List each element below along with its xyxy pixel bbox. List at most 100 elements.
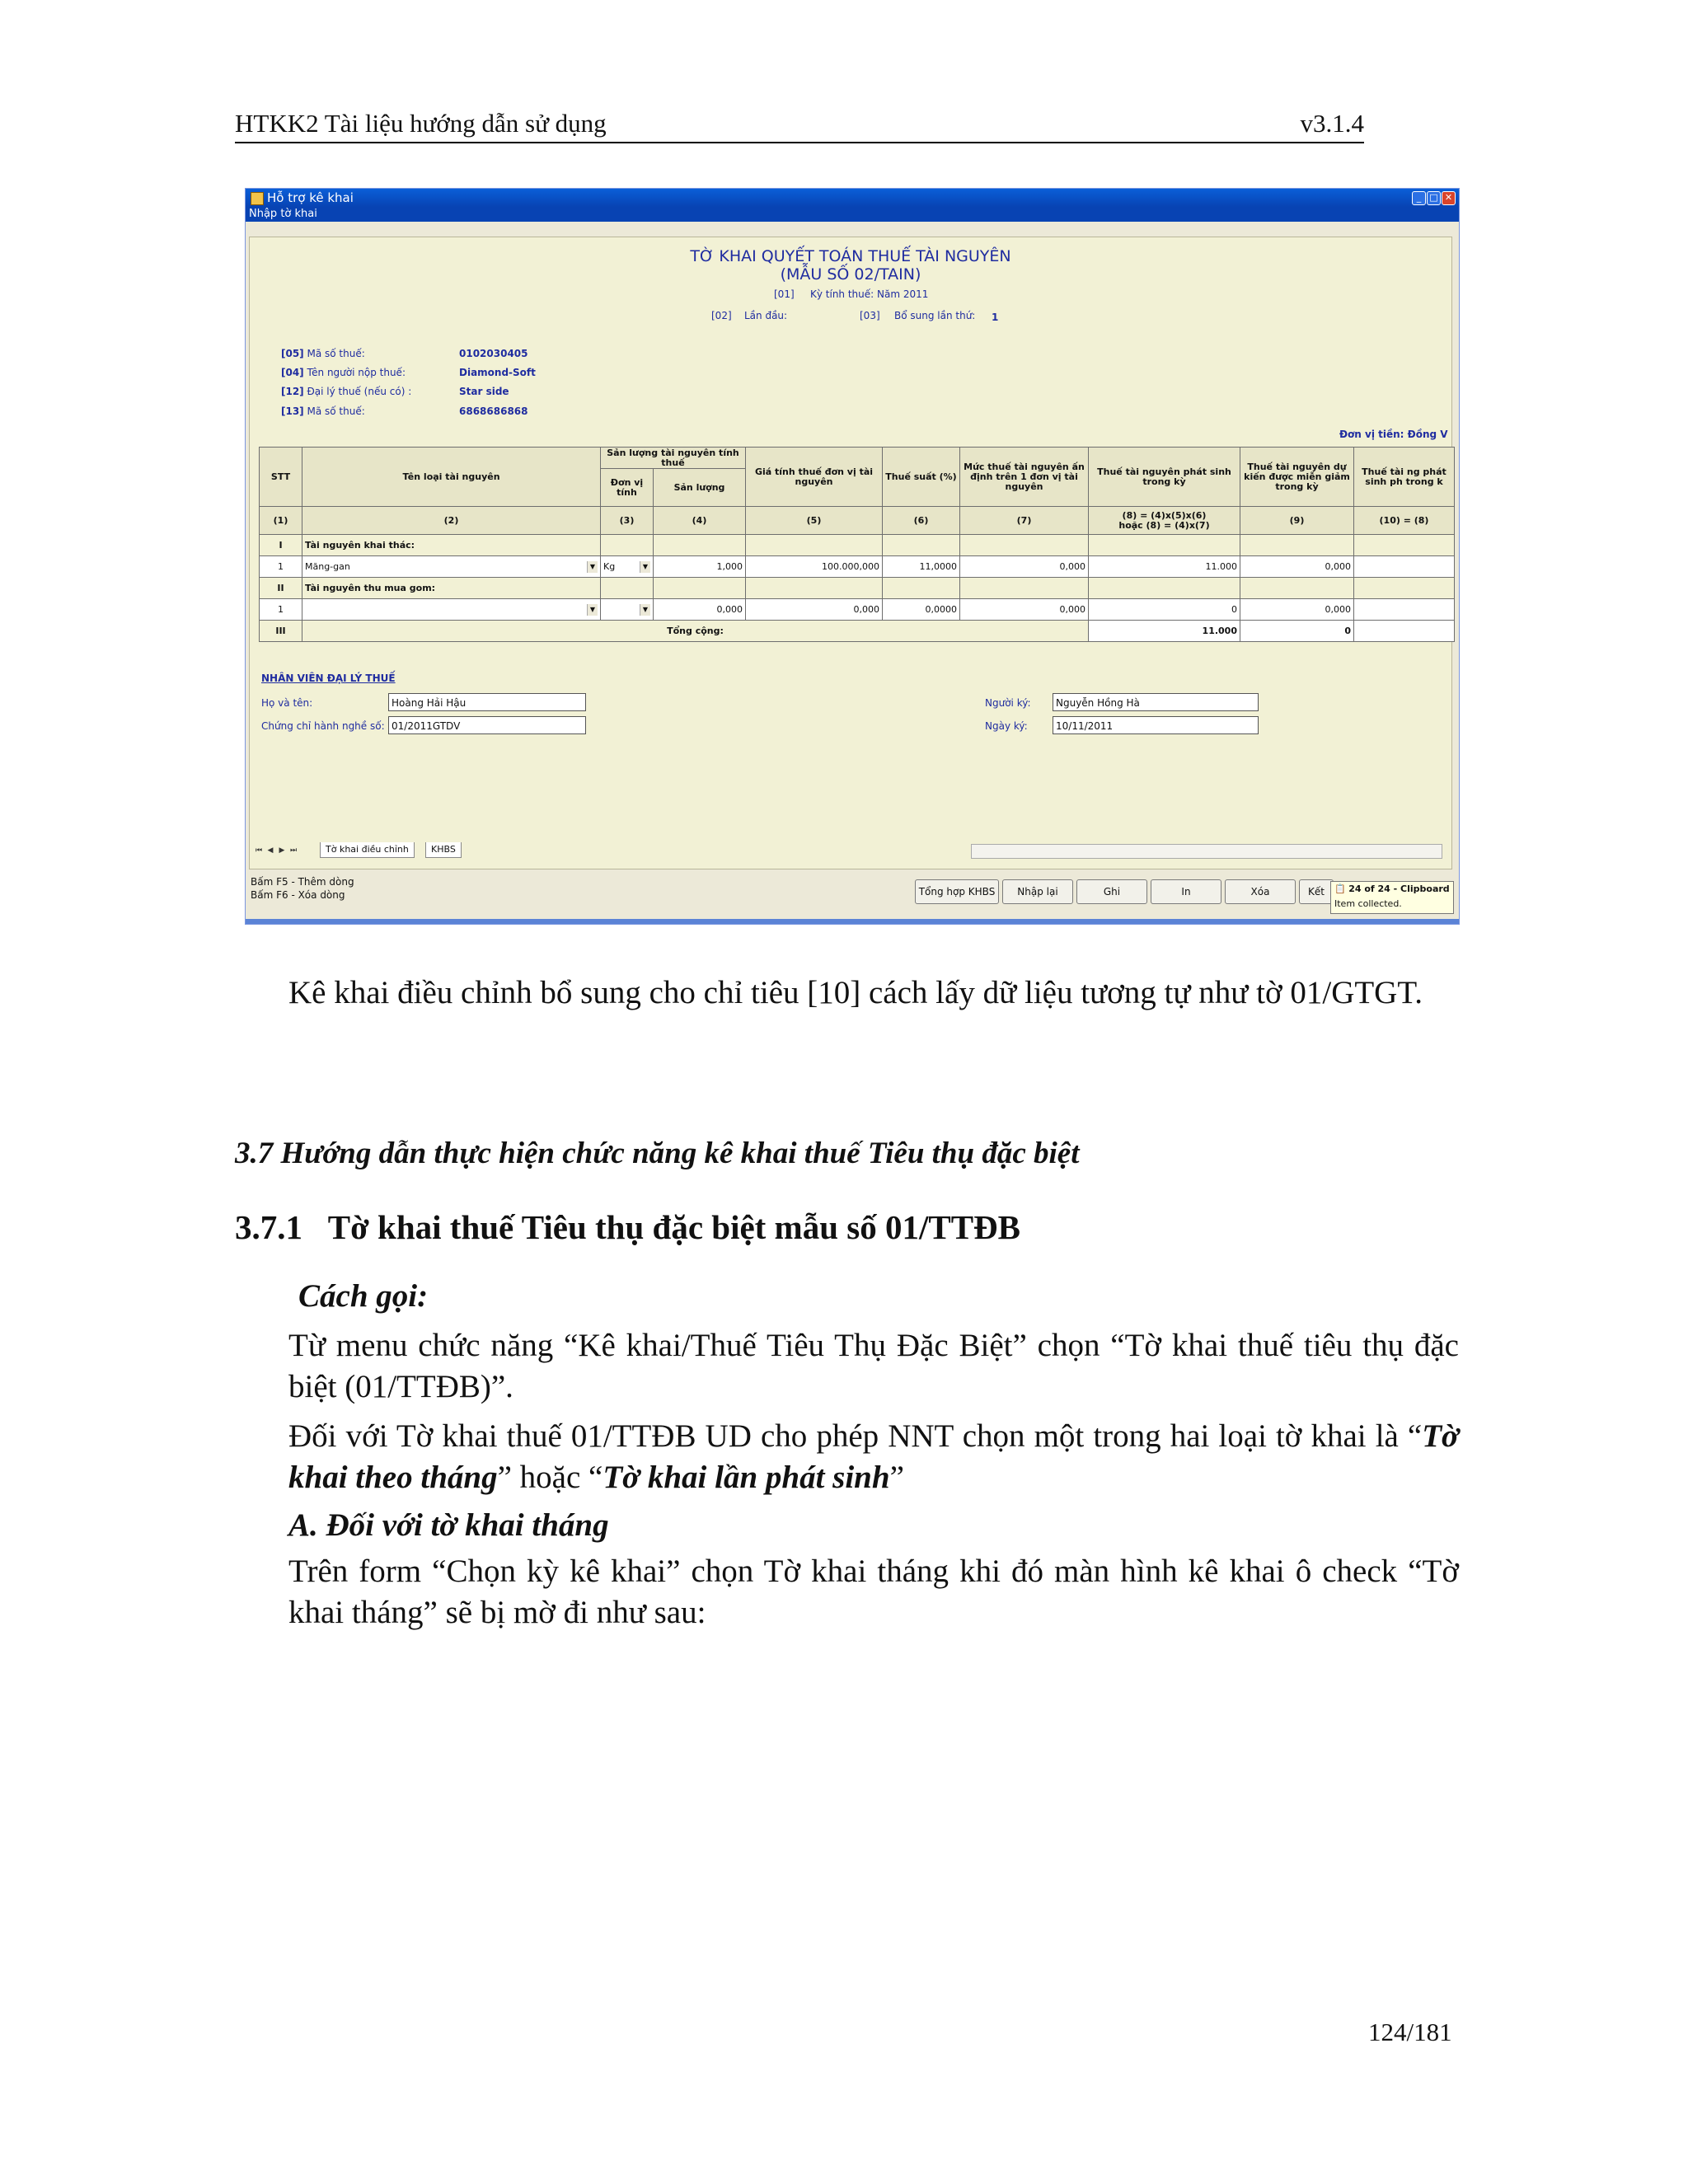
col-unit: Đơn vị tính [600, 468, 654, 507]
call-heading: Cách gọi: [298, 1278, 429, 1314]
arising-value: 0 [1088, 598, 1240, 621]
window-title: Hỗ trợ kê khai [267, 190, 354, 205]
agent-heading: NHÂN VIÊN ĐẠI LÝ THUẾ [261, 673, 396, 684]
fixed-input[interactable]: 0,000 [959, 555, 1089, 578]
doc-version: v3.1.4 [1300, 109, 1365, 138]
hint-delete-row: Bấm F6 - Xóa dòng [251, 889, 345, 901]
col-stt: STT [259, 447, 302, 507]
supp-code: [03] [860, 310, 880, 321]
prev-sheet-icon[interactable]: ◀ [265, 846, 275, 855]
quantity-input[interactable]: 0,000 [653, 598, 746, 621]
menu-bar: Nhập tờ khai [246, 207, 1459, 222]
total-row: III Tổng cộng: 11.000 0 [259, 620, 1455, 642]
arising-value: 11.000 [1088, 555, 1240, 578]
agent-name-label: Họ và tên: [261, 697, 313, 709]
menu-item-input[interactable]: Nhập tờ khai [249, 207, 317, 222]
form-subtitle: (MẪU SỐ 02/TAIN) [780, 265, 921, 284]
sheet-tabs: ⏮ ◀ ▶ ⏭ Tờ khai điều chỉnh KHBS [254, 842, 1449, 859]
supp-value: 1 [992, 312, 999, 323]
paragraph-menu-path: Từ menu chức năng “Kê khai/Thuế Tiêu Thụ… [288, 1328, 1459, 1404]
next-sheet-icon[interactable]: ▶ [277, 846, 287, 855]
col-price: Giá tính thuế đơn vị tài nguyên [745, 447, 883, 507]
col-payable: Thuế tài ng phát sinh ph trong k [1353, 447, 1455, 507]
sign-date-field[interactable]: 10/11/2011 [1053, 716, 1259, 734]
price-input[interactable]: 0,000 [745, 598, 883, 621]
fixed-input[interactable]: 0,000 [959, 598, 1089, 621]
tab-adjusted-declaration[interactable]: Tờ khai điều chỉnh [320, 842, 415, 858]
col-quantity: Sản lượng [653, 468, 746, 507]
quantity-input[interactable]: 1,000 [653, 555, 746, 578]
section-row-2: II Tài nguyên thu mua gom: [259, 577, 1455, 599]
subheading-monthly: A. Đối với tờ khai tháng [288, 1507, 609, 1543]
doc-title: HTKK2 Tài liệu hướng dẫn sử dụng [235, 109, 607, 138]
app-window: Hỗ trợ kê khai _ □ ✕ Nhập tờ khai TỜ KHA… [245, 188, 1460, 925]
page-header: HTKK2 Tài liệu hướng dẫn sử dụng v3.1.4 [235, 105, 1364, 143]
dropdown-arrow-icon[interactable]: ▼ [587, 560, 598, 573]
agent-cert-field[interactable]: 01/2011GTDV [388, 716, 586, 734]
section-row-1: I Tài nguyên khai thác: [259, 534, 1455, 556]
col-arising: Thuế tài nguyên phát sinh trong kỳ [1088, 447, 1240, 507]
resource-name-select[interactable]: Măng-gan ▼ [302, 555, 601, 578]
first-code: [02] [711, 310, 732, 321]
col-rate: Thuế suất (%) [882, 447, 960, 507]
dropdown-arrow-icon[interactable]: ▼ [587, 603, 598, 616]
period-label: Kỳ tính thuế: Năm 2011 [810, 288, 929, 300]
unit-select[interactable]: ▼ [600, 598, 654, 621]
agent-tax-code-value: 6868686868 [459, 405, 528, 417]
col-name: Tên loại tài nguyên [302, 447, 601, 507]
maximize-icon[interactable]: □ [1427, 191, 1441, 205]
price-input[interactable]: 100.000,000 [745, 555, 883, 578]
rate-input[interactable]: 0,0000 [882, 598, 960, 621]
taskbar-strip [246, 919, 1459, 924]
resource-name-select[interactable]: ▼ [302, 598, 601, 621]
signer-label: Người ký: [985, 697, 1031, 709]
table-row: 1 Măng-gan ▼ Kg ▼ 1,000 100.000,000 11,000… [259, 555, 1455, 578]
agent-value: Star side [459, 386, 509, 397]
section-heading-3-7-1: 3.7.1 Tờ khai thuế Tiêu thụ đặc biệt mẫu… [235, 1208, 1021, 1246]
sign-date-label: Ngày ký: [985, 720, 1028, 732]
delete-button[interactable]: Xóa [1225, 879, 1296, 904]
summary-khbs-button[interactable]: Tổng hợp KHBS [915, 879, 999, 904]
last-sheet-icon[interactable]: ⏭ [288, 846, 298, 855]
period-code: [01] [774, 288, 795, 300]
col-output-group: Sản lượng tài nguyên tính thuế [600, 447, 746, 469]
page-number: 124/181 [1368, 2018, 1452, 2046]
currency-unit: Đơn vị tiền: Đồng V [1339, 429, 1448, 440]
declaration-form: TỜ KHAI QUYẾT TOÁN THUẾ TÀI NGUYÊN (MẪU … [249, 237, 1455, 869]
horizontal-scrollbar[interactable] [971, 844, 1442, 859]
taxpayer-name-value: Diamond-Soft [459, 367, 536, 378]
signer-field[interactable]: Nguyễn Hồng Hà [1053, 693, 1259, 711]
unit-select[interactable]: Kg ▼ [600, 555, 654, 578]
col-reduce: Thuế tài nguyên dự kiến được miễn giảm t… [1240, 447, 1354, 507]
clipboard-tooltip: 📋 24 of 24 - Clipboard Item collected. [1330, 881, 1454, 914]
supp-label: Bổ sung lần thứ: [894, 310, 976, 321]
close-icon[interactable]: ✕ [1442, 191, 1456, 205]
dropdown-arrow-icon[interactable]: ▼ [640, 603, 650, 616]
tax-code-value: 0102030405 [459, 348, 528, 359]
minimize-icon[interactable]: _ [1412, 191, 1426, 205]
app-icon [251, 192, 264, 205]
col-fixed: Mức thuế tài nguyên ấn định trên 1 đơn v… [959, 447, 1089, 507]
paragraph-adjustment: Kê khai điều chỉnh bổ sung cho chỉ tiêu … [288, 975, 1423, 1010]
paragraph-declaration-types: Đối với Tờ khai thuế 01/TTĐB UD cho phép… [288, 1418, 1459, 1495]
hint-add-row: Bấm F5 - Thêm dòng [251, 876, 354, 888]
first-sheet-icon[interactable]: ⏮ [254, 846, 264, 855]
first-label: Lần đầu: [744, 310, 788, 321]
clipboard-icon: 📋 [1334, 883, 1346, 894]
save-button[interactable]: Ghi [1076, 879, 1147, 904]
section-heading-3-7: 3.7 Hướng dẫn thực hiện chức năng kê kha… [235, 1137, 1080, 1170]
window-titlebar: Hỗ trợ kê khai _ □ ✕ [246, 189, 1459, 207]
agent-name-field[interactable]: Hoàng Hải Hậu [388, 693, 586, 711]
reduce-input[interactable]: 0,000 [1240, 555, 1354, 578]
reset-button[interactable]: Nhập lại [1002, 879, 1073, 904]
reduce-input[interactable]: 0,000 [1240, 598, 1354, 621]
dropdown-arrow-icon[interactable]: ▼ [640, 560, 650, 573]
agent-cert-label: Chứng chỉ hành nghề số: [261, 720, 385, 732]
paragraph-monthly: Trên form “Chọn kỳ kê khai” chọn Tờ khai… [288, 1554, 1459, 1630]
table-row: 1 ▼ ▼ 0,000 0,000 0,0000 0,000 0 0,000 [259, 598, 1455, 621]
form-title: TỜ KHAI QUYẾT TOÁN THUẾ TÀI NGUYÊN [690, 247, 1011, 265]
rate-input[interactable]: 11,0000 [882, 555, 960, 578]
finish-button[interactable]: Kết [1299, 879, 1334, 904]
print-button[interactable]: In [1151, 879, 1221, 904]
tab-khbs[interactable]: KHBS [425, 842, 462, 858]
